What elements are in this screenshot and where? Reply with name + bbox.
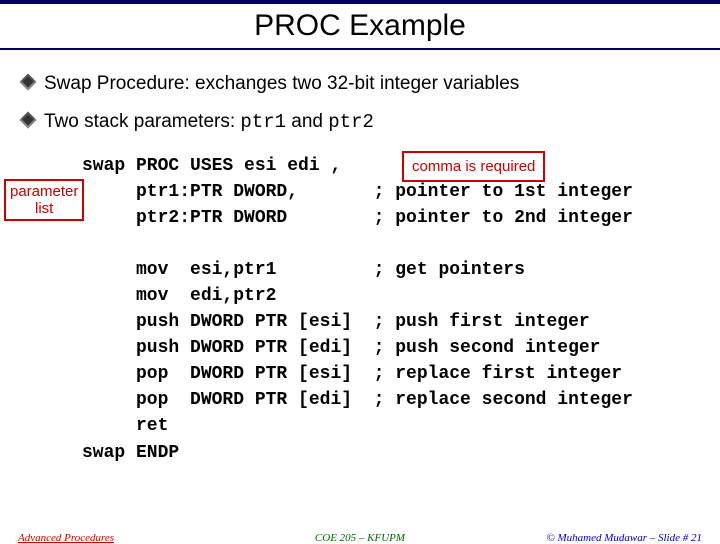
code-listing: parameterlistcomma is requiredswap PROC …	[82, 153, 698, 466]
bullet-2-code-1: ptr1	[240, 111, 286, 133]
callout-param-line2: list	[35, 200, 53, 217]
slide-content: Swap Procedure: exchanges two 32-bit int…	[0, 50, 720, 466]
bullet-2-text-a: Two stack parameters:	[44, 111, 240, 132]
bullet-2-text-b: and	[286, 111, 328, 132]
title-banner: PROC Example	[0, 0, 720, 50]
bullet-1: Swap Procedure: exchanges two 32-bit int…	[22, 72, 698, 96]
diamond-bullet-icon	[20, 74, 37, 91]
callout-param-line1: parameter	[10, 183, 78, 200]
bullet-1-text: Swap Procedure: exchanges two 32-bit int…	[44, 73, 519, 94]
bullet-2: Two stack parameters: ptr1 and ptr2	[22, 110, 698, 135]
callout-parameter-list: parameterlist	[4, 179, 84, 222]
code-text: swap PROC USES esi edi , ptr1:PTR DWORD,…	[82, 156, 633, 463]
slide-title: PROC Example	[0, 4, 720, 48]
diamond-bullet-icon	[20, 111, 37, 128]
footer-right: © Muhamed Mudawar – Slide # 21	[546, 532, 702, 544]
bullet-2-code-2: ptr2	[328, 111, 374, 133]
callout-comma-required: comma is required	[402, 151, 545, 183]
